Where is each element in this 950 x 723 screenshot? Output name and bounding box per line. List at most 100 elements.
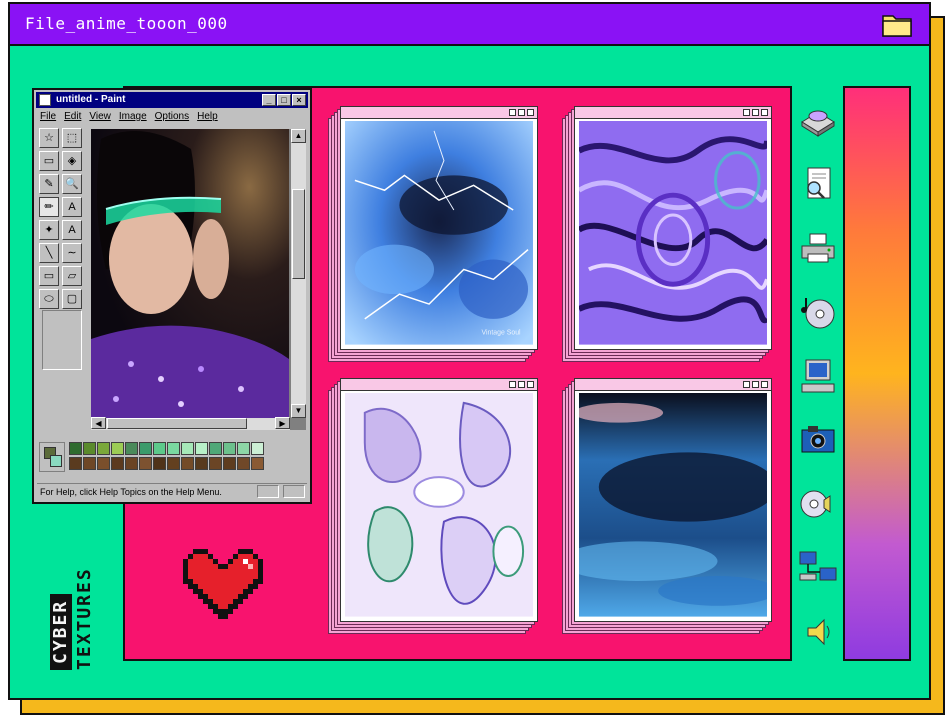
status-cell-size xyxy=(283,485,305,498)
color-palette xyxy=(39,442,307,472)
scroll-down-button[interactable]: ▼ xyxy=(291,404,306,418)
palette-swatch[interactable] xyxy=(69,457,82,470)
tool-ellipse[interactable]: ⬭ xyxy=(39,289,59,309)
paint-menu-bar: File Edit View Image Options Help xyxy=(40,111,218,122)
printer-icon[interactable] xyxy=(798,228,838,268)
palette-swatch[interactable] xyxy=(223,457,236,470)
mini-title-bar xyxy=(341,379,537,391)
palette-swatch[interactable] xyxy=(97,457,110,470)
palette-swatch[interactable] xyxy=(237,442,250,455)
tool-free-select[interactable]: ☆ xyxy=(39,128,59,148)
paint-window[interactable]: untitled - Paint _ □ × File Edit View Im… xyxy=(32,88,312,504)
brand-text: CYBER TEXTURES xyxy=(50,530,98,670)
texture-window[interactable] xyxy=(562,106,772,364)
status-text: For Help, click Help Topics on the Help … xyxy=(40,487,222,497)
palette-swatch[interactable] xyxy=(251,442,264,455)
palette-swatch[interactable] xyxy=(223,442,236,455)
palette-swatch[interactable] xyxy=(167,442,180,455)
liquid-chrome-texture xyxy=(345,393,533,617)
palette-swatch[interactable] xyxy=(111,442,124,455)
gradient-bar xyxy=(843,86,911,661)
palette-swatch[interactable] xyxy=(139,457,152,470)
palette-swatch[interactable] xyxy=(125,457,138,470)
minimize-button[interactable]: _ xyxy=(262,94,276,106)
music-cd-icon[interactable] xyxy=(798,292,838,332)
tool-eyedropper[interactable]: ✎ xyxy=(39,174,59,194)
tool-text[interactable]: A xyxy=(62,220,82,240)
status-cell-position xyxy=(257,485,279,498)
palette-swatch[interactable] xyxy=(69,442,82,455)
menu-edit[interactable]: Edit xyxy=(64,111,81,122)
folder-icon[interactable] xyxy=(881,10,913,38)
canvas-image xyxy=(91,129,289,419)
paint-canvas[interactable]: ▲ ▼ ◀ ▶ xyxy=(91,129,306,430)
palette-swatch[interactable] xyxy=(167,457,180,470)
mini-title-bar xyxy=(575,107,771,119)
tool-airbrush[interactable]: ✦ xyxy=(39,220,59,240)
brand-line-cyber: CYBER xyxy=(50,593,72,670)
texture-window[interactable] xyxy=(328,378,538,636)
palette-swatch[interactable] xyxy=(153,442,166,455)
palette-swatch[interactable] xyxy=(83,442,96,455)
palette-swatch[interactable] xyxy=(153,457,166,470)
palette-swatch[interactable] xyxy=(181,457,194,470)
close-button[interactable]: × xyxy=(292,94,306,106)
menu-view[interactable]: View xyxy=(89,111,111,122)
tool-fill[interactable]: ◈ xyxy=(62,151,82,171)
main-window: File_anime_tooon_000 Vintage Soul CYBER … xyxy=(8,2,931,700)
tool-options[interactable] xyxy=(42,310,82,370)
speaker-icon[interactable] xyxy=(798,612,838,652)
palette-swatch[interactable] xyxy=(195,442,208,455)
palette-swatch[interactable] xyxy=(83,457,96,470)
tool-rectangle[interactable]: ▭ xyxy=(39,266,59,286)
blurred-blue-photo-texture xyxy=(579,393,767,617)
palette-swatch[interactable] xyxy=(139,442,152,455)
pixel-heart-icon xyxy=(183,549,263,619)
paint-app-icon xyxy=(39,94,51,106)
menu-image[interactable]: Image xyxy=(119,111,147,122)
camera-icon[interactable] xyxy=(798,420,838,460)
tool-eraser[interactable]: ▭ xyxy=(39,151,59,171)
palette-swatch[interactable] xyxy=(97,442,110,455)
computer-icon[interactable] xyxy=(798,356,838,396)
disk-drive-icon[interactable] xyxy=(798,100,838,140)
cd-speaker-icon[interactable] xyxy=(798,484,838,524)
scroll-thumb[interactable] xyxy=(292,189,305,279)
palette-swatch[interactable] xyxy=(209,442,222,455)
menu-file[interactable]: File xyxy=(40,111,56,122)
maximize-button[interactable]: □ xyxy=(277,94,291,106)
tool-polygon[interactable]: ▱ xyxy=(62,266,82,286)
title-bar[interactable]: File_anime_tooon_000 xyxy=(10,4,929,46)
palette-swatch[interactable] xyxy=(251,457,264,470)
tool-pencil[interactable]: ✏ xyxy=(39,197,59,217)
tool-rect-select[interactable]: ⬚ xyxy=(62,128,82,148)
lightning-water-texture: Vintage Soul xyxy=(345,121,533,345)
menu-help[interactable]: Help xyxy=(197,111,218,122)
document-search-icon[interactable] xyxy=(798,164,838,204)
tool-curve[interactable]: ∼ xyxy=(62,243,82,263)
tool-magnifier[interactable]: 🔍 xyxy=(62,174,82,194)
holographic-swirl-texture xyxy=(579,121,767,345)
palette-swatch[interactable] xyxy=(111,457,124,470)
current-colors[interactable] xyxy=(39,442,65,472)
palette-swatch[interactable] xyxy=(125,442,138,455)
menu-options[interactable]: Options xyxy=(155,111,189,122)
network-icon[interactable] xyxy=(798,548,838,588)
scroll-up-button[interactable]: ▲ xyxy=(291,129,306,143)
scroll-right-button[interactable]: ▶ xyxy=(275,417,290,429)
mini-title-bar xyxy=(575,379,771,391)
tool-line[interactable]: ╲ xyxy=(39,243,59,263)
tool-rounded-rect[interactable]: ▢ xyxy=(62,289,82,309)
tool-brush[interactable]: A xyxy=(62,197,82,217)
scroll-left-button[interactable]: ◀ xyxy=(91,417,106,429)
h-scroll-thumb[interactable] xyxy=(107,418,247,429)
palette-swatch[interactable] xyxy=(209,457,222,470)
palette-swatch[interactable] xyxy=(195,457,208,470)
palette-swatch[interactable] xyxy=(181,442,194,455)
texture-window[interactable]: Vintage Soul xyxy=(328,106,538,364)
palette-swatch[interactable] xyxy=(237,457,250,470)
vertical-scrollbar[interactable]: ▲ ▼ xyxy=(291,129,306,418)
horizontal-scrollbar[interactable]: ◀ ▶ xyxy=(91,417,290,430)
paint-title-bar[interactable]: untitled - Paint _ □ × xyxy=(36,92,308,108)
texture-window[interactable] xyxy=(562,378,772,636)
